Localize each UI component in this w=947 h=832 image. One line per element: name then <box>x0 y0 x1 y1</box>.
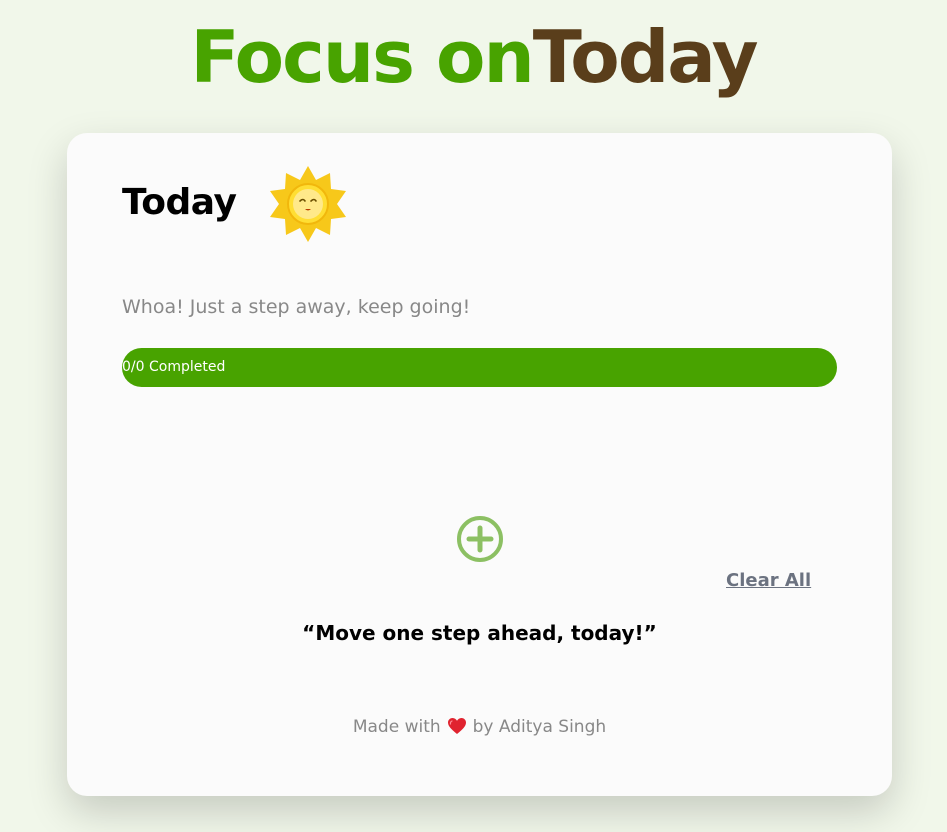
progress-bar: 0/0 Completed <box>122 348 837 387</box>
clear-all-button[interactable]: Clear All <box>726 567 811 595</box>
app-title-today: Today <box>532 15 759 99</box>
app-title-focus-on: Focus on <box>190 15 534 99</box>
sun-icon <box>270 166 346 242</box>
todo-card: Today Whoa! Just a step away, keep going… <box>67 133 892 796</box>
card-heading: Today <box>122 182 237 223</box>
heart-icon <box>447 717 466 734</box>
footer: Made with by Aditya Singh <box>67 713 892 741</box>
quote-text: “Move one step ahead, today!” <box>302 621 657 645</box>
encouragement-text: Whoa! Just a step away, keep going! <box>122 296 471 318</box>
footer-author: by Aditya Singh <box>472 717 607 737</box>
progress-label: 0/0 Completed <box>122 359 226 375</box>
add-task-button[interactable] <box>455 514 505 564</box>
app-title: Focus onToday <box>0 12 947 102</box>
footer-made-with: Made with <box>352 717 441 737</box>
